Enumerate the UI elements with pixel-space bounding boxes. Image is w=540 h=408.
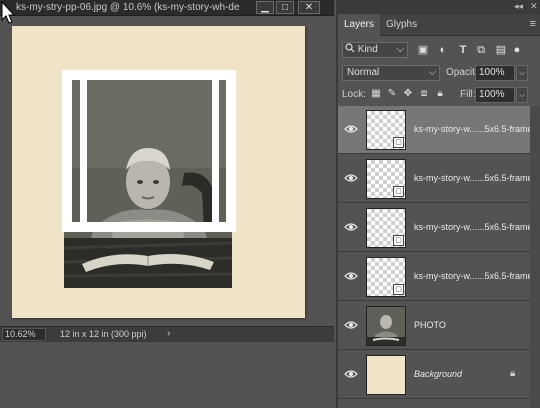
minimize-button[interactable]: ▁ xyxy=(256,1,274,14)
adjustment-layer-filter-icon[interactable]: ◐ xyxy=(436,43,450,57)
blend-mode-value: Normal xyxy=(347,67,380,78)
lock-image-icon[interactable]: ✎ xyxy=(386,88,398,100)
tab-glyphs[interactable]: Glyphs xyxy=(380,14,417,36)
tab-layers[interactable]: Layers xyxy=(338,14,380,36)
document-window: ks-my-stry-pp-06.jpg @ 10.6% (ks-my-stor… xyxy=(0,0,334,408)
layers-scrollbar[interactable] xyxy=(530,106,540,408)
boy-photo[interactable] xyxy=(64,78,232,288)
opacity-dropdown-button[interactable]: ⌵ xyxy=(516,65,528,81)
shape-layer-filter-icon[interactable]: ⧉ xyxy=(474,43,488,57)
pixel-layer-filter-icon[interactable]: ▣ xyxy=(416,43,430,57)
fill-field[interactable]: 100% xyxy=(475,87,515,103)
close-button[interactable]: ✕ xyxy=(298,1,320,14)
blend-mode-select[interactable]: Normal ⌵ xyxy=(342,65,440,81)
smart-object-icon: ▢ xyxy=(393,186,404,197)
layer-row-background[interactable]: Background 🔒︎ xyxy=(338,351,530,399)
lock-transparency-icon[interactable]: ▦ xyxy=(370,88,382,100)
type-layer-filter-icon[interactable]: T xyxy=(456,43,470,57)
status-menu-arrow[interactable]: › xyxy=(167,328,170,339)
collapse-panel-icon[interactable]: ◂◂ xyxy=(514,1,523,12)
layer-name: ks-my-story-w......5x6.5-frame xyxy=(414,124,533,134)
layer-name: ks-my-story-w......5x6.5-frame xyxy=(414,222,533,232)
layers-panel: ◂◂ ✕ Layers Glyphs ≡ Kind ⌵ ▣ ◐ T ⧉ ▤ ● … xyxy=(336,0,540,408)
layer-name: ks-my-story-w......5x6.5-frame xyxy=(414,271,533,281)
opacity-field[interactable]: 100% xyxy=(475,65,515,81)
lock-position-icon[interactable]: ✥ xyxy=(402,88,414,100)
zoom-field[interactable]: 10.62% xyxy=(2,328,46,341)
layer-name: Background xyxy=(414,369,463,379)
smart-object-icon: ▢ xyxy=(393,137,404,148)
chevron-down-icon: ⌵ xyxy=(428,67,436,78)
kind-filter-select[interactable]: Kind ⌵ xyxy=(342,42,408,58)
photo-thumbnail-image xyxy=(367,307,405,345)
layer-thumbnail: ▢ xyxy=(366,257,406,297)
layer-thumbnail: ▢ xyxy=(366,159,406,199)
layer-row-frame-2[interactable]: ▢ ks-my-story-w......5x6.5-frame xyxy=(338,155,533,203)
layer-thumbnail xyxy=(366,355,406,395)
layer-thumbnail: ▢ xyxy=(366,110,406,150)
layers-list: ▢ ks-my-story-w......5x6.5-frame ▢ ks-my… xyxy=(338,106,540,408)
lock-artboard-icon[interactable]: ⧈ xyxy=(418,88,430,100)
kind-filter-label: Kind xyxy=(357,44,378,55)
layer-row-frame-1[interactable]: ▢ ks-my-story-w......5x6.5-frame xyxy=(338,106,533,154)
lock-icon: 🔒︎ xyxy=(510,368,516,379)
lock-all-icon[interactable]: 🔒︎ xyxy=(434,88,446,100)
frame-inner-right xyxy=(212,78,219,226)
lock-label: Lock: xyxy=(342,89,366,100)
photoshop-workspace: ks-my-stry-pp-06.jpg @ 10.6% (ks-my-stor… xyxy=(0,0,540,408)
frame-right xyxy=(226,70,236,232)
document-title: ks-my-stry-pp-06.jpg @ 10.6% (ks-my-stor… xyxy=(16,2,240,13)
frame-bottom xyxy=(62,222,236,232)
filter-toggle-icon[interactable]: ● xyxy=(510,43,524,57)
eye-icon[interactable] xyxy=(344,172,358,184)
layer-row-photo[interactable]: PHOTO xyxy=(338,302,530,350)
eye-icon[interactable] xyxy=(344,368,358,380)
layer-thumbnail xyxy=(366,306,406,346)
eye-icon[interactable] xyxy=(344,270,358,282)
chevron-down-icon: ⌵ xyxy=(396,44,404,55)
document-size: 12 in x 12 in (300 ppi) xyxy=(60,329,147,339)
smart-object-icon: ▢ xyxy=(393,235,404,246)
frame-left xyxy=(62,70,72,232)
smart-object-icon: ▢ xyxy=(393,284,404,295)
maximize-button[interactable]: □ xyxy=(276,1,294,14)
status-bar: 10.62% 12 in x 12 in (300 ppi) › xyxy=(0,326,334,342)
panel-header: ◂◂ ✕ xyxy=(338,0,540,14)
fill-label: Fill: xyxy=(460,89,476,100)
frame-inner-left xyxy=(80,78,87,226)
layer-name: PHOTO xyxy=(414,320,446,330)
layer-row-frame-4[interactable]: ▢ ks-my-story-w......5x6.5-frame xyxy=(338,253,533,301)
eye-icon[interactable] xyxy=(344,123,358,135)
layer-name: ks-my-story-w......5x6.5-frame xyxy=(414,173,533,183)
arrow-cursor-icon xyxy=(1,1,15,24)
layer-thumbnail: ▢ xyxy=(366,208,406,248)
fill-dropdown-button[interactable]: ⌵ xyxy=(516,87,528,103)
panel-close-icon[interactable]: ✕ xyxy=(530,1,538,12)
layer-row-frame-3[interactable]: ▢ ks-my-story-w......5x6.5-frame xyxy=(338,204,533,252)
panel-menu-icon[interactable]: ≡ xyxy=(530,18,536,30)
search-icon xyxy=(345,43,355,53)
eye-icon[interactable] xyxy=(344,221,358,233)
panel-tabs: Layers Glyphs ≡ xyxy=(338,14,540,36)
boy-photo-image xyxy=(64,78,232,288)
document-titlebar[interactable]: ks-my-stry-pp-06.jpg @ 10.6% (ks-my-stor… xyxy=(0,0,334,16)
smart-object-filter-icon[interactable]: ▤ xyxy=(494,43,508,57)
eye-icon[interactable] xyxy=(344,319,358,331)
frame-top xyxy=(62,70,236,80)
